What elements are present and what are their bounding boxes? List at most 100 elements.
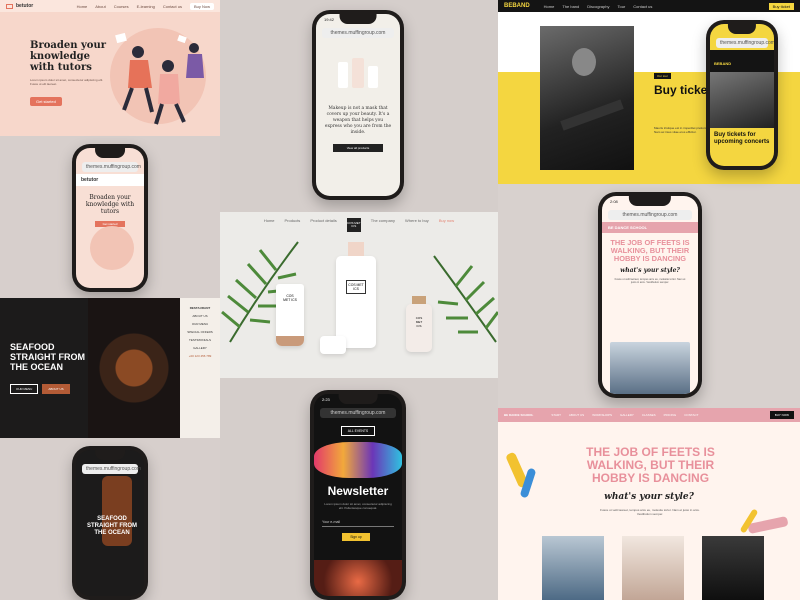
- tutor-cta-button[interactable]: Get started: [30, 97, 62, 106]
- band-nav-contact[interactable]: Contact us: [633, 4, 652, 9]
- band-nav-tour[interactable]: Tour: [617, 4, 625, 9]
- restaurant-side-testimonials[interactable]: TESTIMONIALS: [189, 338, 211, 342]
- dance-nav-classes[interactable]: CLASSES: [642, 413, 656, 417]
- newsletter-signup-button[interactable]: Sign up: [342, 533, 370, 541]
- cosmetics-mobile-url[interactable]: themes.muffingroup.com: [322, 28, 394, 38]
- dance-mobile-photo: [610, 342, 690, 394]
- dance-mobile-subtitle: what's your style?: [620, 267, 680, 274]
- cosmetics-nav: Home Products Product details COS MET IC…: [220, 218, 498, 232]
- cosmetics-nav-home[interactable]: Home: [264, 218, 275, 232]
- cosmetics-desktop-preview[interactable]: Home Products Product details COS MET IC…: [220, 212, 498, 378]
- newsletter-bottom-image: [314, 560, 402, 596]
- cosmetics-mobile-button[interactable]: View all products: [333, 144, 383, 152]
- phone-notch: [628, 196, 672, 206]
- newsletter-mobile-time: 2:23: [322, 397, 330, 402]
- band-nav-discography[interactable]: Discography: [587, 4, 609, 9]
- newsletter-splash-art: [314, 442, 402, 478]
- band-body: Mauris tristique est in imperdiet pretiu…: [654, 126, 708, 134]
- newsletter-body: Lorem ipsum dolor sit amet, consectetur …: [324, 502, 392, 510]
- newsletter-mobile-preview[interactable]: 2:23 themes.muffingroup.com ALL EVENTS N…: [310, 390, 406, 600]
- cosmetics-salt-jar: COS MET ICS: [406, 296, 432, 352]
- restaurant-side-gallery[interactable]: GALLERY: [193, 346, 207, 350]
- tutor-desktop-preview[interactable]: betutor Home About Courses E-learning Co…: [0, 0, 220, 136]
- cosmetics-jar: [320, 336, 346, 354]
- cosmetics-logo[interactable]: COS MET ICS: [346, 218, 361, 232]
- band-nav-band[interactable]: The band: [562, 4, 579, 9]
- phone-notch: [727, 24, 757, 34]
- restaurant-title: SEAFOOD STRAIGHT FROM THE OCEAN: [10, 342, 85, 372]
- dance-buy-button[interactable]: BUY NOW: [769, 411, 794, 419]
- band-tour-tag: Our tour: [654, 73, 672, 79]
- dance-body: Fusce ut velit laoreet, tempus arcu eu, …: [600, 508, 700, 516]
- phone-notch: [338, 394, 378, 404]
- dance-photo-couple: [702, 536, 764, 600]
- tutor-nav: betutor Home About Courses E-learning Co…: [0, 0, 220, 12]
- restaurant-side-about[interactable]: ABOUT US: [192, 314, 207, 318]
- dance-gallery: [542, 536, 764, 600]
- band-mobile-header: BEBAND: [710, 50, 774, 72]
- cosmetics-nav-where[interactable]: Where to buy: [405, 218, 429, 232]
- dance-nav-about[interactable]: ABOUT US: [569, 413, 584, 417]
- newsletter-events-button[interactable]: ALL EVENTS: [341, 426, 375, 436]
- dance-desktop-preview[interactable]: BE DANCE SCHOOL START ABOUT US WORKSHOPS…: [498, 408, 800, 600]
- restaurant-side-offers[interactable]: SPECIAL OFFERS: [187, 330, 213, 334]
- restaurant-mobile-preview[interactable]: themes.muffingroup.com SEAFOOD STRAIGHT …: [72, 446, 148, 600]
- restaurant-side-title: RESTAURANT: [189, 306, 211, 310]
- cosmetics-mobile-products: [316, 58, 400, 88]
- dance-subtitle: what's your style?: [604, 492, 694, 502]
- band-nav-home[interactable]: Home: [544, 4, 555, 9]
- tutor-buy-button[interactable]: Buy Now: [189, 2, 214, 10]
- band-mobile-preview[interactable]: themes.muffingroup.com BEBAND Buy ticket…: [706, 20, 778, 170]
- dance-mobile-preview[interactable]: 2:08 themes.muffingroup.com BE DANCE SCH…: [598, 192, 702, 398]
- dance-nav: BE DANCE SCHOOL START ABOUT US WORKSHOPS…: [498, 408, 800, 422]
- tutor-mobile-title: Broaden your knowledge with tutors: [85, 194, 135, 215]
- seafood-image: [88, 298, 180, 438]
- dance-nav-start[interactable]: START: [551, 413, 561, 417]
- tutor-mobile-preview[interactable]: themes.muffingroup.com betutor Broaden y…: [72, 144, 148, 292]
- phone-notch: [95, 450, 125, 460]
- restaurant-desktop-preview[interactable]: SEAFOOD STRAIGHT FROM THE OCEAN OUR MENU…: [0, 298, 220, 438]
- cosmetics-mobile-preview[interactable]: 19:42 themes.muffingroup.com Makeup is n…: [312, 10, 404, 200]
- dance-mobile-title: THE JOB OF FEETS IS WALKING, BUT THEIR H…: [610, 238, 690, 263]
- dance-nav-contact[interactable]: CONTACT: [684, 413, 698, 417]
- cosmetics-nav-company[interactable]: The company: [371, 218, 395, 232]
- cosmetics-pump-bottle: COS MET ICS: [336, 242, 376, 348]
- tutor-title: Broaden your knowledge with tutors: [30, 40, 106, 73]
- dance-logo[interactable]: BE DANCE SCHOOL: [504, 413, 533, 417]
- restaurant-side-menu-item[interactable]: OUR MENU: [192, 322, 208, 326]
- dance-mobile-header: BE DANCE SCHOOL: [602, 222, 698, 233]
- tutor-nav-elearning[interactable]: E-learning: [137, 4, 155, 9]
- tutor-mobile-url[interactable]: themes.muffingroup.com: [82, 162, 141, 172]
- dance-nav-pricing[interactable]: PRICING: [664, 413, 677, 417]
- tutor-nav-contact[interactable]: Contact us: [163, 4, 182, 9]
- band-nav: BEBAND Home The band Discography Tour Co…: [498, 0, 800, 12]
- tutor-nav-courses[interactable]: Courses: [114, 4, 129, 9]
- dance-nav-gallery[interactable]: GALLERY: [620, 413, 634, 417]
- dance-photo-street: [542, 536, 604, 600]
- tutor-nav-about[interactable]: About: [95, 4, 105, 9]
- book-icon: [6, 3, 13, 9]
- dance-mobile-url[interactable]: themes.muffingroup.com: [608, 210, 692, 220]
- cosmetics-nav-details[interactable]: Product details: [310, 218, 336, 232]
- band-logo[interactable]: BEBAND: [504, 3, 530, 9]
- tutor-illustration: [115, 32, 204, 125]
- restaurant-menu-button[interactable]: OUR MENU: [10, 384, 39, 394]
- restaurant-about-button[interactable]: ABOUT US: [42, 384, 70, 394]
- cosmetics-nav-products[interactable]: Products: [285, 218, 301, 232]
- band-mobile-url[interactable]: themes.muffingroup.com: [716, 38, 774, 48]
- dance-photo-ballet: [622, 536, 684, 600]
- band-buy-button[interactable]: Buy ticket: [768, 2, 794, 10]
- dance-nav-workshops[interactable]: WORKSHOPS: [592, 413, 612, 417]
- tutor-logo[interactable]: betutor: [6, 3, 33, 9]
- cosmetics-nav-buy[interactable]: Buy now: [439, 218, 454, 232]
- palm-leaf-right: [433, 255, 498, 343]
- band-mobile-photo: [710, 72, 774, 128]
- dance-mobile-body: Fusce ut velit laoreet, tempus arcu eu, …: [614, 278, 686, 285]
- newsletter-email-input[interactable]: Your e-mail: [322, 520, 394, 527]
- phone-notch: [339, 14, 377, 24]
- newsletter-url[interactable]: themes.muffingroup.com: [320, 408, 396, 418]
- phone-notch: [95, 148, 125, 158]
- restaurant-mobile-url[interactable]: themes.muffingroup.com: [82, 464, 141, 474]
- tutor-nav-home[interactable]: Home: [77, 4, 88, 9]
- newsletter-title: Newsletter: [327, 484, 389, 498]
